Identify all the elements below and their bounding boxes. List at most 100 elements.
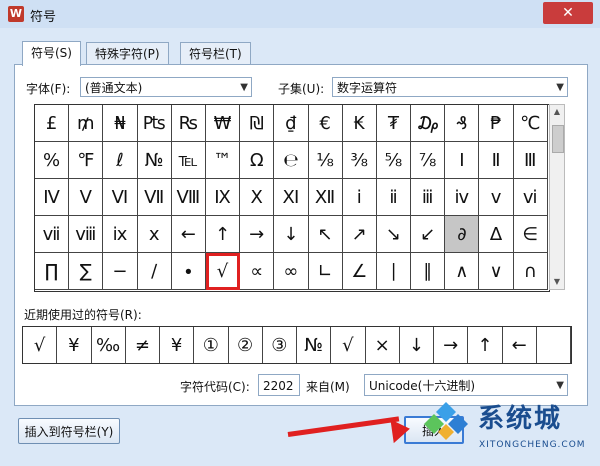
recent-symbol-cell[interactable]: √ [23, 327, 58, 363]
recent-symbol-cell[interactable] [537, 327, 571, 363]
symbol-cell[interactable]: ⅷ [69, 216, 104, 253]
symbol-cell[interactable]: ⅴ [479, 179, 514, 216]
symbol-cell[interactable]: ₪ [240, 105, 275, 142]
symbol-cell[interactable]: ⅳ [445, 179, 480, 216]
symbol-cell[interactable]: ₮ [376, 105, 412, 142]
symbol-cell[interactable]: € [308, 105, 343, 142]
symbol-cell[interactable]: ℓ [103, 142, 138, 179]
symbol-cell[interactable]: ₥ [69, 105, 104, 142]
recent-symbol-cell[interactable]: √ [331, 327, 366, 363]
symbol-cell[interactable]: ∝ [240, 253, 275, 290]
recent-symbol-cell[interactable]: ‰ [92, 327, 126, 363]
symbol-cell[interactable]: Ⅻ [308, 179, 343, 216]
close-button[interactable]: ✕ [543, 2, 593, 24]
recent-symbol-cell[interactable]: ↑ [468, 327, 503, 363]
symbol-cell[interactable]: ⅝ [376, 142, 412, 179]
symbol-cell[interactable]: Ⅺ [274, 179, 309, 216]
tab-symbols[interactable]: 符号(S) [22, 41, 81, 66]
scroll-down-icon[interactable]: ▼ [550, 275, 564, 289]
symbol-cell[interactable]: ↓ [274, 216, 309, 253]
symbol-cell[interactable]: ₧ [137, 105, 172, 142]
scroll-thumb[interactable] [552, 125, 564, 153]
symbol-cell[interactable]: ℉ [69, 142, 104, 179]
insert-to-bar-button[interactable]: 插入到符号栏(Y) [18, 418, 120, 444]
symbol-cell[interactable]: ∈ [513, 216, 548, 253]
tab-special-chars[interactable]: 特殊字符(P) [86, 42, 169, 65]
recent-symbol-cell[interactable]: ¥ [57, 327, 92, 363]
symbol-cell[interactable]: Ⅰ [445, 142, 480, 179]
symbol-cell[interactable]: ∆ [479, 216, 514, 253]
symbol-cell[interactable]: ⅜ [342, 142, 377, 179]
symbol-grid-scrollbar[interactable]: ▲ ▼ [549, 104, 565, 290]
recent-symbol-cell[interactable]: ① [194, 327, 229, 363]
symbol-cell[interactable]: ↘ [376, 216, 412, 253]
symbol-cell[interactable]: ™ [205, 142, 241, 179]
recent-symbol-cell[interactable]: № [297, 327, 332, 363]
symbol-cell[interactable]: ₦ [103, 105, 138, 142]
symbol-cell[interactable]: ∨ [479, 253, 514, 290]
symbol-cell[interactable]: ⅱ [376, 179, 412, 216]
symbol-cell[interactable]: Ω [240, 142, 275, 179]
from-select[interactable]: Unicode(十六进制) ▼ [364, 374, 568, 396]
symbol-cell[interactable]: ∑ [69, 253, 104, 290]
symbol-cell[interactable]: Ⅷ [171, 179, 206, 216]
symbol-cell[interactable]: ⅶ [35, 216, 70, 253]
symbol-cell[interactable]: ⅵ [513, 179, 548, 216]
symbol-cell[interactable]: ₫ [274, 105, 309, 142]
symbol-cell[interactable]: ∠ [342, 253, 377, 290]
symbol-cell[interactable]: − [103, 253, 138, 290]
symbol-cell[interactable]: ₯ [411, 105, 446, 142]
symbol-cell[interactable]: ∥ [411, 253, 446, 290]
symbol-cell[interactable]: ₩ [205, 105, 241, 142]
symbol-cell[interactable]: ₱ [479, 105, 514, 142]
recent-symbol-cell[interactable]: ← [503, 327, 537, 363]
recent-symbol-cell[interactable]: × [366, 327, 400, 363]
symbol-cell[interactable]: ↖ [308, 216, 343, 253]
symbol-cell[interactable]: Ⅴ [69, 179, 104, 216]
symbol-cell[interactable]: № [137, 142, 172, 179]
symbol-cell[interactable]: £ [35, 105, 70, 142]
symbol-cell[interactable]: ₭ [342, 105, 377, 142]
symbol-cell[interactable]: ⅲ [411, 179, 446, 216]
recent-symbol-cell[interactable]: ≠ [126, 327, 160, 363]
tab-symbol-bar[interactable]: 符号栏(T) [180, 42, 251, 65]
symbol-cell[interactable]: % [35, 142, 70, 179]
symbol-cell[interactable]: ↗ [342, 216, 377, 253]
symbol-cell[interactable]: ↙ [411, 216, 446, 253]
subset-select[interactable]: 数字运算符 ▼ [332, 77, 568, 97]
symbol-cell[interactable]: Ⅳ [35, 179, 70, 216]
symbol-cell[interactable]: ℮ [274, 142, 309, 179]
symbol-cell[interactable]: ⅰ [342, 179, 377, 216]
symbol-cell[interactable]: ₨ [171, 105, 206, 142]
recent-symbol-cell[interactable]: → [434, 327, 469, 363]
symbol-cell[interactable]: ∞ [274, 253, 309, 290]
char-code-input[interactable]: 2202 [258, 374, 300, 396]
symbol-cell[interactable]: ∕ [137, 253, 172, 290]
symbol-cell[interactable]: ℃ [513, 105, 548, 142]
symbol-cell[interactable]: ∣ [376, 253, 412, 290]
symbol-cell[interactable]: ₰ [445, 105, 480, 142]
symbol-cell[interactable]: Ⅹ [240, 179, 275, 216]
symbol-cell[interactable]: ∧ [445, 253, 480, 290]
symbol-cell[interactable]: ∏ [35, 253, 70, 290]
symbol-cell[interactable]: ← [171, 216, 206, 253]
symbol-cell[interactable]: ↑ [205, 216, 241, 253]
symbol-cell[interactable]: Ⅶ [137, 179, 172, 216]
symbol-cell[interactable]: Ⅵ [103, 179, 138, 216]
recent-symbol-cell[interactable]: ¥ [160, 327, 195, 363]
symbol-cell[interactable]: ⅸ [103, 216, 138, 253]
symbol-cell[interactable]: ⅹ [137, 216, 172, 253]
font-select[interactable]: (普通文本) ▼ [80, 77, 252, 97]
symbol-cell[interactable]: ∂ [445, 216, 480, 253]
symbol-cell[interactable]: Ⅱ [479, 142, 514, 179]
symbol-cell[interactable]: ∩ [513, 253, 548, 290]
recent-symbol-cell[interactable]: ↓ [400, 327, 434, 363]
symbol-cell[interactable]: √ [205, 253, 241, 290]
symbol-cell[interactable]: → [240, 216, 275, 253]
recent-symbol-cell[interactable]: ③ [263, 327, 297, 363]
symbol-cell[interactable]: ⅞ [411, 142, 446, 179]
symbol-cell[interactable]: ∙ [171, 253, 206, 290]
symbol-cell[interactable]: ℡ [171, 142, 206, 179]
symbol-cell[interactable]: Ⅸ [205, 179, 241, 216]
scroll-up-icon[interactable]: ▲ [550, 105, 564, 119]
